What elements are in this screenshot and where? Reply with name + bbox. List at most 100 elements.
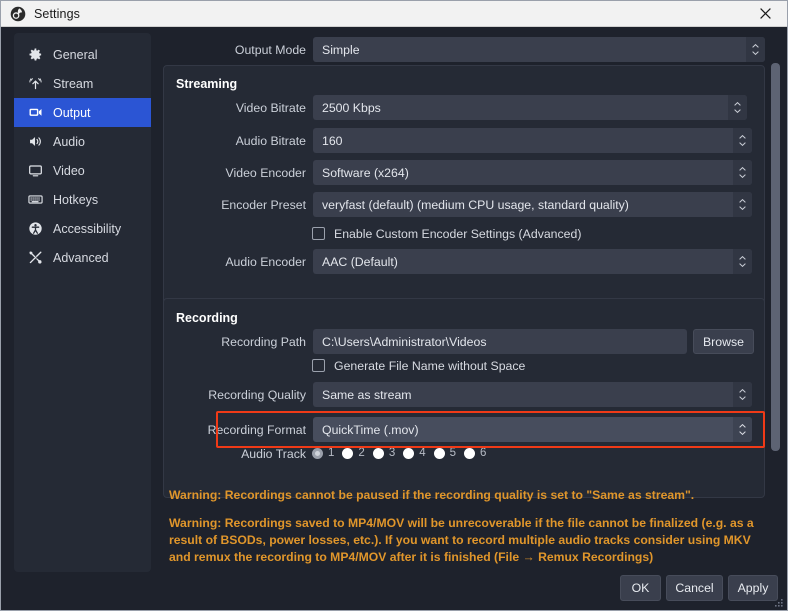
sidebar-item-video[interactable]: Video — [14, 156, 151, 185]
audio-track-radio-1[interactable]: 1 — [312, 447, 334, 459]
recording-quality-row: Recording Quality Same as stream — [163, 382, 765, 407]
radio-dot — [403, 447, 415, 459]
output-mode-spinner[interactable] — [746, 37, 765, 62]
recording-path-input[interactable]: C:\Users\Administrator\Videos — [313, 329, 687, 354]
audio-bitrate-row: Audio Bitrate 160 — [163, 128, 765, 153]
tools-icon — [27, 249, 44, 266]
video-bitrate-value: 2500 Kbps — [322, 100, 381, 115]
video-bitrate-spinbox[interactable]: 2500 Kbps — [313, 95, 747, 120]
audio-track-label: Audio Track — [241, 446, 306, 461]
video-bitrate-row: Video Bitrate 2500 Kbps — [163, 95, 765, 120]
recording-quality-value: Same as stream — [322, 387, 412, 402]
video-encoder-value: Software (x264) — [322, 165, 409, 180]
sidebar-item-label: Stream — [53, 76, 94, 91]
recording-quality-label: Recording Quality — [208, 387, 306, 402]
radio-dot — [312, 447, 323, 459]
radio-dot — [372, 447, 384, 459]
recording-format-row: Recording Format QuickTime (.mov) — [163, 417, 765, 442]
chevron-down-icon — [739, 431, 746, 435]
recording-group-title: Recording — [176, 311, 238, 325]
sidebar-item-label: Audio — [53, 134, 85, 149]
close-icon — [759, 8, 771, 19]
audio-bitrate-value: 160 — [322, 133, 343, 148]
generate-file-name-without-space-checkbox[interactable]: Generate File Name without Space — [312, 359, 525, 372]
audio-encoder-select[interactable]: AAC (Default) — [313, 249, 752, 274]
window-title: Settings — [34, 6, 80, 21]
audio-encoder-row: Audio Encoder AAC (Default) — [163, 249, 765, 274]
chevron-down-icon — [739, 396, 746, 400]
audio-track-number: 4 — [419, 446, 426, 459]
audio-track-number: 2 — [358, 446, 365, 459]
broadcast-icon — [27, 75, 44, 92]
sidebar-item-output[interactable]: Output — [14, 98, 151, 127]
sidebar-item-label: General — [53, 47, 98, 62]
recording-quality-select[interactable]: Same as stream — [313, 382, 752, 407]
chevron-down-icon — [734, 109, 741, 113]
audio-encoder-spinner[interactable] — [733, 249, 752, 274]
recording-path-row: Recording Path C:\Users\Administrator\Vi… — [163, 329, 765, 354]
settings-sidebar: General Stream Output Audio Video Hotkey… — [14, 33, 151, 572]
encoder-preset-select[interactable]: veryfast (default) (medium CPU usage, st… — [313, 192, 752, 217]
title-bar: Settings — [1, 1, 787, 27]
audio-track-radio-6[interactable]: 6 — [464, 447, 486, 459]
encoder-preset-value: veryfast (default) (medium CPU usage, st… — [322, 197, 629, 212]
audio-track-radio-2[interactable]: 2 — [342, 446, 365, 459]
output-mode-select[interactable]: Simple — [313, 37, 765, 62]
chevron-down-icon — [739, 206, 746, 210]
apply-button[interactable]: Apply — [728, 575, 778, 601]
chevron-down-icon — [739, 142, 746, 146]
audio-track-radio-3[interactable]: 3 — [372, 447, 395, 459]
sidebar-item-label: Hotkeys — [53, 192, 99, 207]
sidebar-item-general[interactable]: General — [14, 40, 151, 69]
video-encoder-label: Video Encoder — [225, 165, 306, 180]
output-screen-icon — [27, 104, 44, 121]
streaming-group-title: Streaming — [176, 77, 238, 91]
recording-quality-spinner[interactable] — [733, 382, 752, 407]
audio-track-radio-5[interactable]: 5 — [433, 446, 457, 459]
encoder-preset-label: Encoder Preset — [221, 197, 306, 212]
audio-bitrate-select[interactable]: 160 — [313, 128, 752, 153]
video-bitrate-spinner[interactable] — [728, 95, 747, 120]
audio-track-number: 1 — [328, 446, 335, 459]
resize-grip[interactable] — [772, 595, 784, 607]
audio-bitrate-spinner[interactable] — [733, 128, 752, 153]
accessibility-icon — [27, 220, 44, 237]
warning-pause: Warning: Recordings cannot be paused if … — [169, 488, 695, 502]
ok-button[interactable]: OK — [620, 575, 661, 601]
recording-format-spinner[interactable] — [733, 417, 752, 442]
audio-track-row: Audio Track 1 2 3 4 5 6 — [163, 446, 494, 461]
audio-track-radio-group: 1 2 3 4 5 6 — [312, 447, 494, 459]
chevron-up-icon — [734, 102, 741, 106]
recording-path-value: C:\Users\Administrator\Videos — [322, 334, 487, 349]
window-body: General Stream Output Audio Video Hotkey… — [1, 27, 787, 610]
sidebar-item-accessibility[interactable]: Accessibility — [14, 214, 151, 243]
gear-icon — [27, 46, 44, 63]
output-mode-label: Output Mode — [234, 42, 306, 57]
recording-format-select[interactable]: QuickTime (.mov) — [313, 417, 752, 442]
audio-encoder-label: Audio Encoder — [225, 254, 306, 269]
close-button[interactable] — [743, 1, 787, 26]
recording-format-label: Recording Format — [207, 422, 306, 437]
browse-button[interactable]: Browse — [693, 329, 754, 354]
video-encoder-select[interactable]: Software (x264) — [313, 160, 752, 185]
sidebar-item-hotkeys[interactable]: Hotkeys — [14, 185, 151, 214]
video-encoder-spinner[interactable] — [733, 160, 752, 185]
chevron-down-icon — [739, 174, 746, 178]
audio-track-number: 5 — [449, 446, 457, 459]
content-scrollbar-thumb[interactable] — [771, 63, 780, 451]
checkbox-box — [312, 359, 325, 372]
encoder-preset-spinner[interactable] — [733, 192, 752, 217]
speaker-icon — [27, 133, 44, 150]
audio-encoder-value: AAC (Default) — [322, 254, 398, 269]
sidebar-item-stream[interactable]: Stream — [14, 69, 151, 98]
radio-dot — [433, 447, 445, 459]
sidebar-item-label: Accessibility — [53, 221, 122, 236]
settings-content: Output Mode Simple Streaming Video Bitra… — [161, 27, 787, 610]
sidebar-item-advanced[interactable]: Advanced — [14, 243, 151, 272]
audio-track-radio-4[interactable]: 4 — [403, 446, 426, 459]
cancel-button[interactable]: Cancel — [666, 575, 723, 601]
sidebar-item-audio[interactable]: Audio — [14, 127, 151, 156]
audio-track-number: 6 — [480, 446, 487, 459]
enable-custom-encoder-settings-checkbox[interactable]: Enable Custom Encoder Settings (Advanced… — [312, 227, 581, 240]
chevron-up-icon — [739, 167, 746, 171]
